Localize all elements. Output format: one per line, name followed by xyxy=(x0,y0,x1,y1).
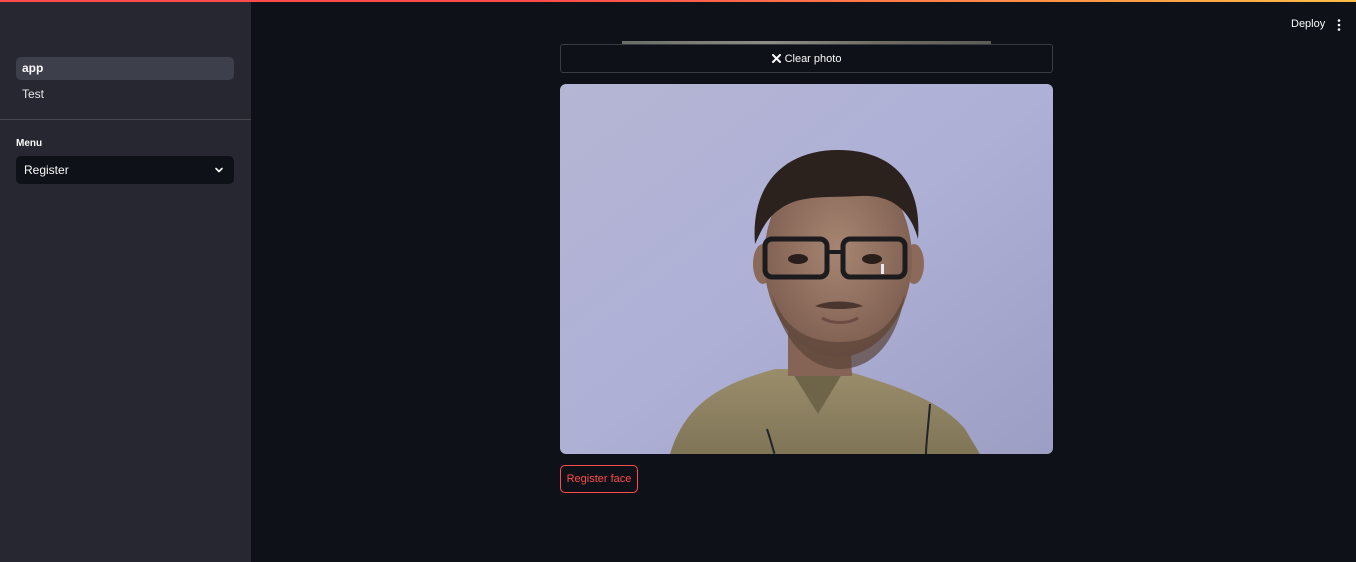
chevron-down-icon xyxy=(215,167,223,173)
sidebar: app Test Menu Register xyxy=(0,0,251,562)
register-face-button[interactable]: Register face xyxy=(560,465,638,493)
menu-select[interactable]: Register xyxy=(16,156,234,184)
menu-select-value: Register xyxy=(24,163,69,177)
person-photo-illustration xyxy=(560,84,1053,454)
menu-label: Menu xyxy=(16,138,43,149)
clear-photo-label: Clear photo xyxy=(784,52,842,65)
clear-photo-button[interactable]: Clear photo xyxy=(560,44,1053,73)
captured-photo xyxy=(560,84,1053,454)
sidebar-item-app[interactable]: app xyxy=(16,57,234,80)
sidebar-item-test[interactable]: Test xyxy=(16,83,234,106)
deploy-button[interactable]: Deploy xyxy=(1291,18,1325,30)
close-icon xyxy=(771,54,781,63)
more-options-icon[interactable] xyxy=(1333,18,1345,32)
top-decoration-bar xyxy=(0,0,1356,2)
sidebar-divider xyxy=(0,119,251,120)
